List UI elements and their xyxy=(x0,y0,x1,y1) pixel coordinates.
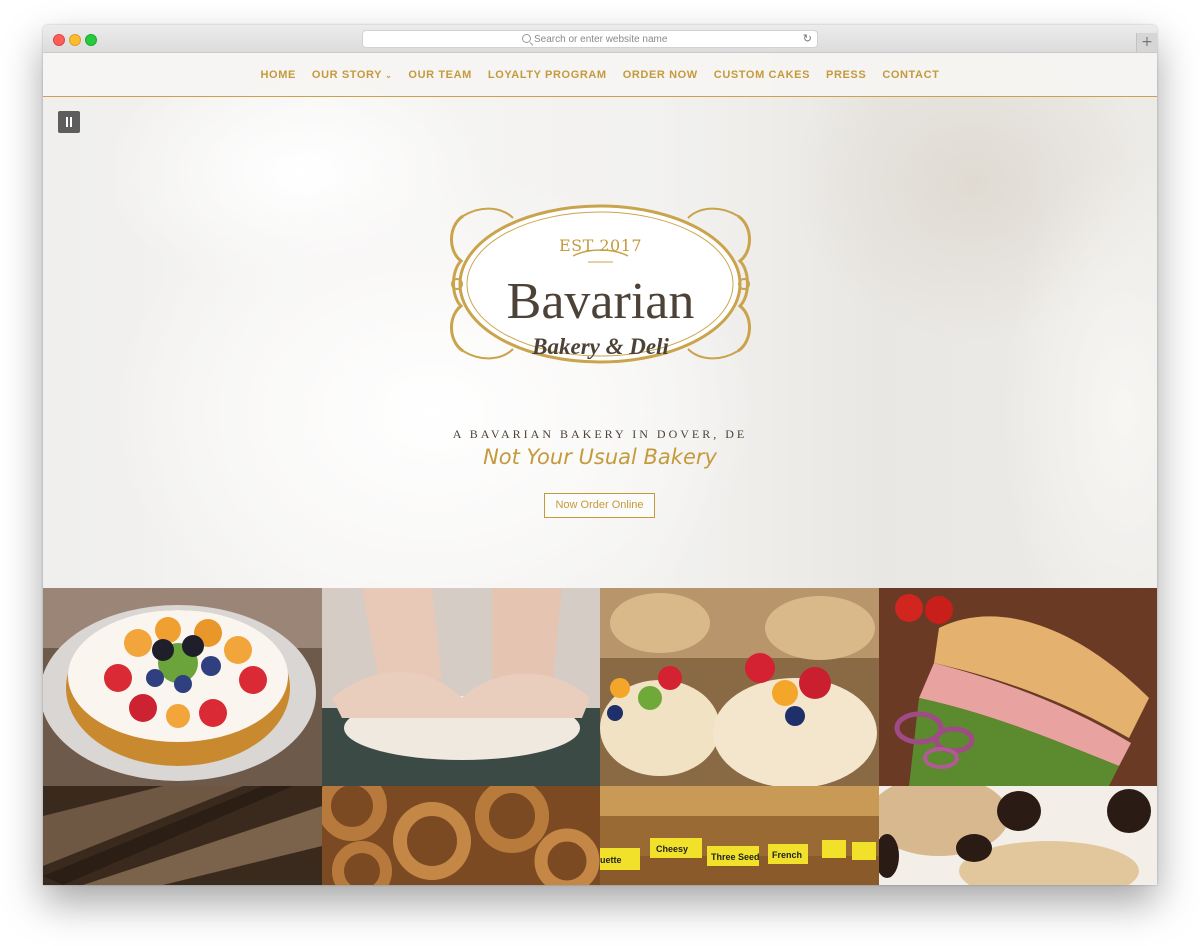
bread-label-cheesy: Cheesy xyxy=(656,844,688,854)
close-window-icon[interactable] xyxy=(53,34,65,46)
chevron-down-icon: ⌄ xyxy=(385,70,393,80)
bread-label-baguette: uette xyxy=(600,855,622,865)
address-bar[interactable]: ↻ xyxy=(362,30,818,48)
pretzel-graphic xyxy=(322,786,600,885)
browser-titlebar: ↻ + xyxy=(43,25,1157,53)
pause-icon-bar xyxy=(70,117,72,127)
browser-window: ↻ + HOME OUR STORY⌄ OUR TEAM LOYALTY PRO… xyxy=(43,25,1157,885)
sandwich-image[interactable] xyxy=(879,588,1157,786)
order-online-button[interactable]: Now Order Online xyxy=(544,493,655,518)
maximize-window-icon[interactable] xyxy=(85,34,97,46)
nav-item-our-team[interactable]: OUR TEAM xyxy=(408,69,471,81)
cookies-graphic xyxy=(879,786,1157,885)
pastries-graphic xyxy=(600,588,879,786)
chocolate-cookies-image[interactable] xyxy=(879,786,1157,885)
bread-label-three-seed: Three Seed xyxy=(711,852,760,862)
sandwich-graphic xyxy=(879,588,1157,786)
nav-item-custom-cakes[interactable]: CUSTOM CAKES xyxy=(714,69,810,81)
pause-icon xyxy=(66,117,68,127)
fruit-tart-graphic xyxy=(43,588,322,786)
url-input[interactable] xyxy=(534,32,734,46)
bread-display-graphic: uette Cheesy Three Seed French xyxy=(600,786,879,885)
logo-subtitle: Bakery & Deli xyxy=(532,334,669,359)
bread-label-french: French xyxy=(772,850,802,860)
reload-icon[interactable]: ↻ xyxy=(803,33,812,45)
bread-graphic xyxy=(43,786,322,885)
fruit-tart-image[interactable] xyxy=(43,588,322,786)
nav-item-loyalty-program[interactable]: LOYALTY PROGRAM xyxy=(488,69,607,81)
bakery-logo: EST 2017 Bavarian Bakery & Deli xyxy=(443,196,758,371)
search-icon xyxy=(522,34,531,43)
pretzels-image[interactable] xyxy=(322,786,600,885)
hero-tagline: A BAVARIAN BAKERY IN DOVER, DE xyxy=(452,427,748,441)
minimize-window-icon[interactable] xyxy=(69,34,81,46)
logo-established-year: EST 2017 xyxy=(558,236,643,255)
hero-slogan: Not Your Usual Bakery xyxy=(483,445,717,469)
seeded-bread-image[interactable] xyxy=(43,786,322,885)
nav-item-label: OUR STORY xyxy=(311,68,383,81)
logo-name: Bavarian xyxy=(506,273,695,330)
photo-gallery: uette Cheesy Three Seed French xyxy=(43,588,1157,885)
web-page: HOME OUR STORY ⌄ OUR TEAM LOYALTY PROGRAM… xyxy=(43,53,1157,885)
nav-item-press[interactable]: PRESS xyxy=(826,69,866,81)
nav-item-order-now[interactable]: ORDER NOW xyxy=(623,69,698,81)
nav-item-contact[interactable]: CONTACT xyxy=(882,69,939,81)
nav-item-home[interactable]: HOME xyxy=(261,69,296,81)
fruit-pastries-image[interactable] xyxy=(600,588,879,786)
slider-pause-button[interactable] xyxy=(58,111,80,133)
kneading-dough-image[interactable] xyxy=(322,588,600,786)
dough-graphic xyxy=(322,588,600,786)
main-navigation: HOME OUR STORY ⌄ OUR TEAM LOYALTY PROGRAM… xyxy=(43,53,1157,97)
bread-display-image[interactable]: uette Cheesy Three Seed French xyxy=(600,786,879,885)
nav-item-our-story[interactable]: OUR STORY ⌄ xyxy=(312,69,393,81)
new-tab-button[interactable]: + xyxy=(1136,33,1157,52)
